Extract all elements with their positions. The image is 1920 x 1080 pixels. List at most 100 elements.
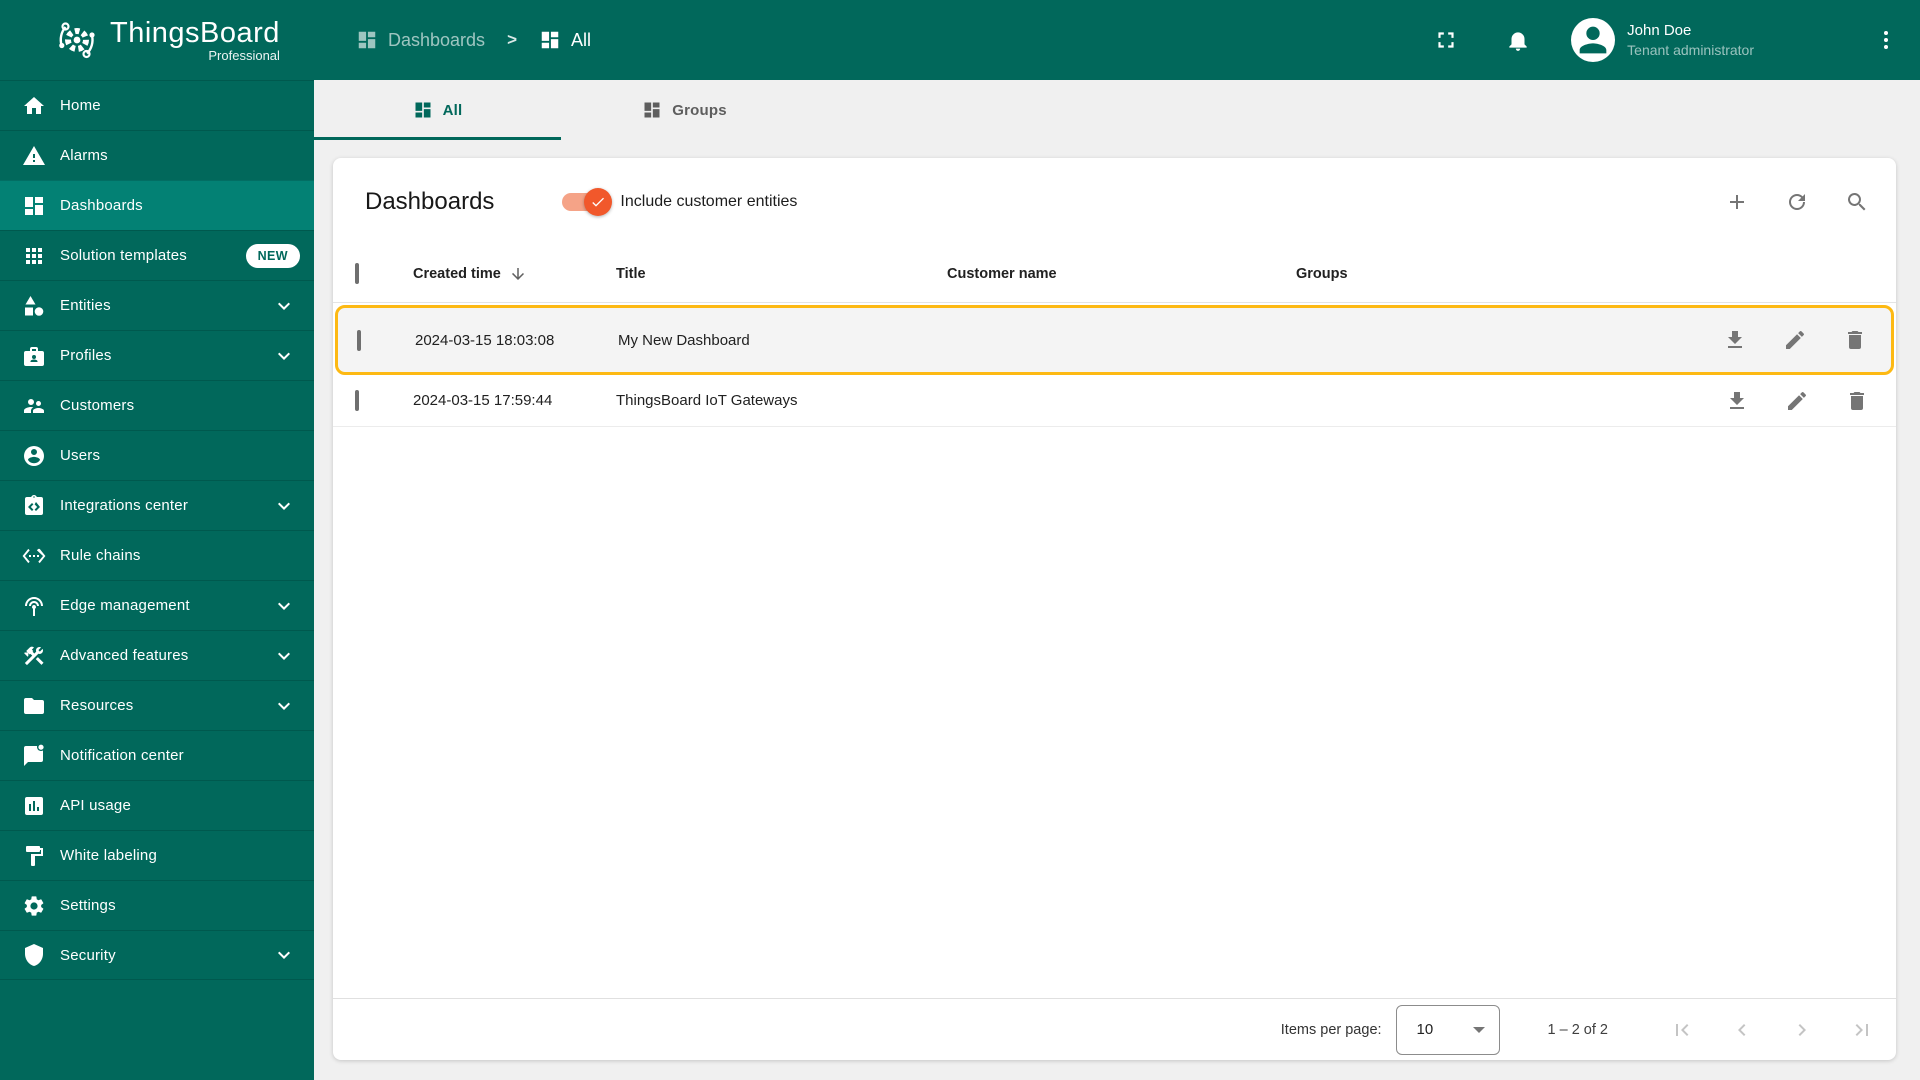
- content-area: Dashboards Include customer entities Cre…: [314, 140, 1920, 1080]
- sidebar-item-integrations-center[interactable]: Integrations center: [0, 480, 314, 530]
- code-brackets-icon: [22, 544, 46, 568]
- row-created-time: 2024-03-15 17:59:44: [413, 392, 553, 409]
- card-header: Dashboards Include customer entities: [333, 158, 1896, 246]
- dashboards-icon: [642, 100, 662, 120]
- sidebar-item-dashboards[interactable]: Dashboards: [0, 180, 314, 230]
- table-row[interactable]: 2024-03-15 17:59:44 ThingsBoard IoT Gate…: [333, 375, 1896, 427]
- dashboards-card: Dashboards Include customer entities Cre…: [333, 158, 1896, 1060]
- page-title: Dashboards: [365, 188, 495, 215]
- user-avatar[interactable]: [1571, 18, 1616, 62]
- table-row[interactable]: 2024-03-15 18:03:08 My New Dashboard: [335, 305, 1894, 375]
- badge-id-icon: [22, 344, 46, 368]
- user-role: Tenant administrator: [1627, 41, 1754, 58]
- row-created-time: 2024-03-15 18:03:08: [415, 331, 555, 349]
- tab-all[interactable]: All: [314, 80, 561, 140]
- chevron-down-icon: [272, 694, 296, 718]
- download-button[interactable]: [1723, 328, 1747, 352]
- account-circle-icon: [22, 444, 46, 468]
- dashboards-icon: [356, 29, 378, 51]
- column-header-groups[interactable]: Groups: [1296, 266, 1725, 282]
- delete-button[interactable]: [1843, 328, 1867, 352]
- toggle-label: Include customer entities: [620, 193, 798, 210]
- sort-desc-arrow-icon: [509, 265, 527, 283]
- notifications-bell-icon[interactable]: [1505, 27, 1531, 53]
- chevron-down-icon: [272, 644, 296, 668]
- select-all-checkbox[interactable]: [355, 263, 359, 284]
- chat-unread-icon: [22, 744, 46, 768]
- fullscreen-icon[interactable]: [1433, 27, 1459, 53]
- sidebar: ThingsBoard Professional Home Alarms Das…: [0, 0, 314, 1080]
- edit-button[interactable]: [1785, 389, 1809, 413]
- tab-groups[interactable]: Groups: [561, 80, 808, 140]
- sidebar-item-profiles[interactable]: Profiles: [0, 330, 314, 380]
- home-icon: [22, 94, 46, 118]
- row-title: My New Dashboard: [618, 331, 750, 349]
- row-checkbox[interactable]: [357, 329, 361, 351]
- row-checkbox[interactable]: [355, 390, 359, 411]
- gear-icon: [22, 894, 46, 918]
- sidebar-item-white-labeling[interactable]: White labeling: [0, 830, 314, 880]
- people-icon: [22, 394, 46, 418]
- sidebar-item-notification-center[interactable]: Notification center: [0, 730, 314, 780]
- next-page-button[interactable]: [1790, 1018, 1814, 1042]
- sidebar-item-edge-management[interactable]: Edge management: [0, 580, 314, 630]
- tab-bar: All Groups: [314, 80, 1920, 140]
- chevron-down-icon: [272, 294, 296, 318]
- sidebar-item-rule-chains[interactable]: Rule chains: [0, 530, 314, 580]
- apps-grid-icon: [22, 244, 46, 268]
- sidebar-item-settings[interactable]: Settings: [0, 880, 314, 930]
- search-button[interactable]: [1845, 190, 1869, 214]
- column-header-created-time[interactable]: Created time: [413, 265, 616, 283]
- sidebar-item-users[interactable]: Users: [0, 430, 314, 480]
- sidebar-item-resources[interactable]: Resources: [0, 680, 314, 730]
- chevron-down-icon: [272, 344, 296, 368]
- include-customer-entities-toggle[interactable]: Include customer entities: [562, 188, 798, 216]
- bar-chart-icon: [22, 794, 46, 818]
- toggle-thumb-check-icon: [584, 188, 613, 216]
- sidebar-item-home[interactable]: Home: [0, 80, 314, 130]
- first-page-button[interactable]: [1670, 1018, 1694, 1042]
- dashboards-icon: [413, 100, 433, 120]
- column-header-title[interactable]: Title: [616, 266, 947, 282]
- folder-icon: [22, 694, 46, 718]
- add-entity-button[interactable]: [1725, 190, 1749, 214]
- thingsboard-gear-logo-icon: [52, 16, 100, 64]
- table-header-row: Created time Title Customer name Groups: [333, 246, 1896, 303]
- user-name: John Doe: [1627, 22, 1692, 40]
- paginator: Items per page: 10 1 – 2 of 2: [333, 998, 1896, 1060]
- column-header-customer-name[interactable]: Customer name: [947, 266, 1296, 282]
- items-per-page-label: Items per page:: [1280, 1021, 1382, 1038]
- sidebar-item-customers[interactable]: Customers: [0, 380, 314, 430]
- sidebar-item-alarms[interactable]: Alarms: [0, 130, 314, 180]
- breadcrumb: Dashboards > All: [356, 29, 591, 51]
- chevron-down-icon: [272, 594, 296, 618]
- brand-subtitle: Professional: [208, 48, 280, 63]
- page-size-select[interactable]: 10: [1395, 1004, 1500, 1055]
- sidebar-item-security[interactable]: Security: [0, 930, 314, 980]
- warning-icon: [22, 144, 46, 168]
- dashboards-icon: [22, 194, 46, 218]
- page-range-label: 1 – 2 of 2: [1547, 1021, 1608, 1038]
- breadcrumb-separator: >: [507, 30, 517, 49]
- tools-icon: [22, 644, 46, 668]
- brand-logo[interactable]: ThingsBoard Professional: [0, 0, 314, 80]
- new-badge: NEW: [245, 243, 300, 268]
- delete-button[interactable]: [1845, 389, 1869, 413]
- sidebar-item-advanced-features[interactable]: Advanced features: [0, 630, 314, 680]
- last-page-button[interactable]: [1850, 1018, 1874, 1042]
- download-button[interactable]: [1725, 389, 1749, 413]
- chevron-down-icon: [272, 494, 296, 518]
- paint-roller-icon: [22, 844, 46, 868]
- sidebar-item-solution-templates[interactable]: Solution templates NEW: [0, 230, 314, 280]
- sidebar-item-api-usage[interactable]: API usage: [0, 780, 314, 830]
- refresh-button[interactable]: [1785, 190, 1809, 214]
- breadcrumb-all[interactable]: All: [539, 29, 591, 51]
- antenna-icon: [22, 594, 46, 618]
- edit-button[interactable]: [1783, 328, 1807, 352]
- kebab-menu-icon[interactable]: [1874, 28, 1898, 52]
- toggle-track: [562, 188, 613, 216]
- sidebar-item-entities[interactable]: Entities: [0, 280, 314, 330]
- user-info[interactable]: John Doe Tenant administrator: [1627, 21, 1754, 59]
- previous-page-button[interactable]: [1730, 1018, 1754, 1042]
- breadcrumb-dashboards[interactable]: Dashboards: [356, 29, 485, 51]
